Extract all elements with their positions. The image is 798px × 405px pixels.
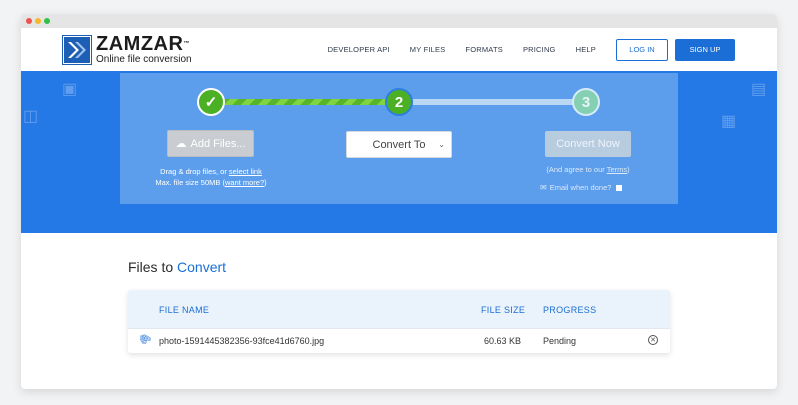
paperclip-icon: 🖇 xyxy=(136,331,154,348)
converter-panel: ✓ 2 3 ☁ Add Files... Drag & drop files, … xyxy=(120,73,678,204)
terms-link[interactable]: Terms xyxy=(607,165,627,174)
logo-name: ZAMZAR™ xyxy=(96,33,190,55)
email-when-done-checkbox[interactable] xyxy=(616,184,623,191)
converter-hero: ▣ ◫ ▤ ▦ ✓ 2 3 ☁ Add Files... Drag & drop… xyxy=(21,71,777,233)
nav-developer-api[interactable]: DEVELOPER API xyxy=(328,45,390,54)
nav-links: DEVELOPER API MY FILES FORMATS PRICING H… xyxy=(328,28,777,71)
nav-pricing[interactable]: PRICING xyxy=(523,45,556,54)
decorative-file-icon: ▤ xyxy=(751,81,767,98)
progress-track-complete xyxy=(213,99,400,105)
email-when-done: ✉ Email when done? xyxy=(540,183,623,192)
table-row: 🖇 photo-1591445382356-93fce41d6760.jpg 6… xyxy=(128,328,670,353)
files-table-header: FILE NAME FILE SIZE PROGRESS xyxy=(128,290,670,328)
signup-button[interactable]: SIGN UP xyxy=(675,38,735,61)
files-section-title: Files to Convert xyxy=(128,259,227,275)
file-name-cell: photo-1591445382356-93fce41d6760.jpg xyxy=(159,336,325,346)
step-1-complete-icon: ✓ xyxy=(197,88,225,116)
files-table: FILE NAME FILE SIZE PROGRESS 🖇 photo-159… xyxy=(128,290,670,353)
nav-my-files[interactable]: MY FILES xyxy=(410,45,446,54)
login-button[interactable]: LOG IN xyxy=(616,38,668,61)
browser-window: ZAMZAR™ Online file conversion DEVELOPER… xyxy=(21,14,777,389)
decorative-file-icon: ◫ xyxy=(23,108,39,125)
zamzar-logo-icon xyxy=(62,35,92,65)
column-file-size: FILE SIZE xyxy=(481,305,526,315)
minimize-window-dot[interactable] xyxy=(35,18,41,24)
logo-text: ZAMZAR™ Online file conversion xyxy=(96,33,192,65)
column-progress: PROGRESS xyxy=(543,305,597,315)
maximize-window-dot[interactable] xyxy=(44,18,50,24)
add-files-button[interactable]: ☁ Add Files... xyxy=(167,130,254,157)
nav-help[interactable]: HELP xyxy=(576,45,596,54)
drop-line: Drag & drop files, or select link xyxy=(160,167,262,176)
add-files-label: Add Files... xyxy=(190,137,246,150)
close-window-dot[interactable] xyxy=(26,18,32,24)
decorative-file-icon: ▦ xyxy=(721,113,737,130)
max-size-line: Max. file size 50MB (want more?) xyxy=(155,178,267,187)
remove-file-icon[interactable]: ✕ xyxy=(648,335,658,345)
envelope-icon: ✉ xyxy=(540,183,547,192)
progress-track-pending xyxy=(410,99,586,105)
file-size-cell: 60.63 KB xyxy=(484,336,522,346)
convert-now-button[interactable]: Convert Now xyxy=(545,131,631,157)
drop-instructions: Drag & drop files, or select link Max. f… xyxy=(131,166,291,188)
top-navbar: ZAMZAR™ Online file conversion DEVELOPER… xyxy=(21,28,777,71)
step-3-indicator: 3 xyxy=(572,88,600,116)
email-when-done-label: Email when done? xyxy=(549,183,612,192)
logo-tagline: Online file conversion xyxy=(96,54,192,65)
terms-notice: (And agree to our Terms) xyxy=(546,165,630,174)
step-2-indicator: 2 xyxy=(385,88,413,116)
zamzar-logo[interactable]: ZAMZAR™ Online file conversion xyxy=(62,33,192,65)
window-titlebar xyxy=(21,14,777,28)
decorative-file-icon: ▣ xyxy=(62,81,78,98)
select-link[interactable]: select link xyxy=(229,167,262,176)
want-more-link[interactable]: want more? xyxy=(225,178,264,187)
convert-to-select[interactable]: Convert To ⌄ xyxy=(346,131,452,158)
chevron-down-icon: ⌄ xyxy=(438,140,445,149)
column-file-name: FILE NAME xyxy=(159,305,210,315)
cloud-upload-icon: ☁ xyxy=(175,138,187,150)
progress-cell: Pending xyxy=(543,336,577,346)
nav-formats[interactable]: FORMATS xyxy=(465,45,503,54)
convert-to-label: Convert To xyxy=(372,138,426,151)
